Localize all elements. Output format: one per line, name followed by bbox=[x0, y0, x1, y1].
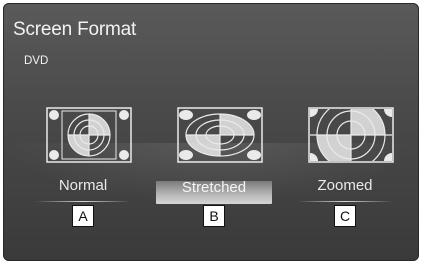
normal-format-icon bbox=[46, 107, 132, 163]
callout-c: C bbox=[334, 205, 356, 227]
source-label: DVD bbox=[24, 55, 49, 67]
format-label-stretched: Stretched bbox=[181, 179, 247, 196]
callout-b: B bbox=[203, 205, 225, 227]
format-option-zoomed[interactable]: Zoomed C bbox=[287, 101, 403, 261]
callout-a: A bbox=[72, 205, 94, 227]
format-label-zoomed: Zoomed bbox=[317, 177, 373, 194]
stretched-format-icon bbox=[177, 107, 263, 163]
format-option-stretched[interactable]: Stretched B bbox=[156, 101, 272, 261]
format-options: Normal A Stretched B Zoomed C bbox=[3, 101, 419, 261]
page-title: Screen Format bbox=[13, 19, 137, 40]
option-underline bbox=[35, 201, 131, 202]
format-option-normal[interactable]: Normal A bbox=[25, 101, 141, 261]
format-label-normal: Normal bbox=[58, 177, 108, 194]
zoomed-format-icon bbox=[308, 107, 394, 163]
screen-format-panel: Screen Format DVD Normal A Stretched B Z… bbox=[3, 3, 419, 261]
option-underline bbox=[297, 201, 393, 202]
